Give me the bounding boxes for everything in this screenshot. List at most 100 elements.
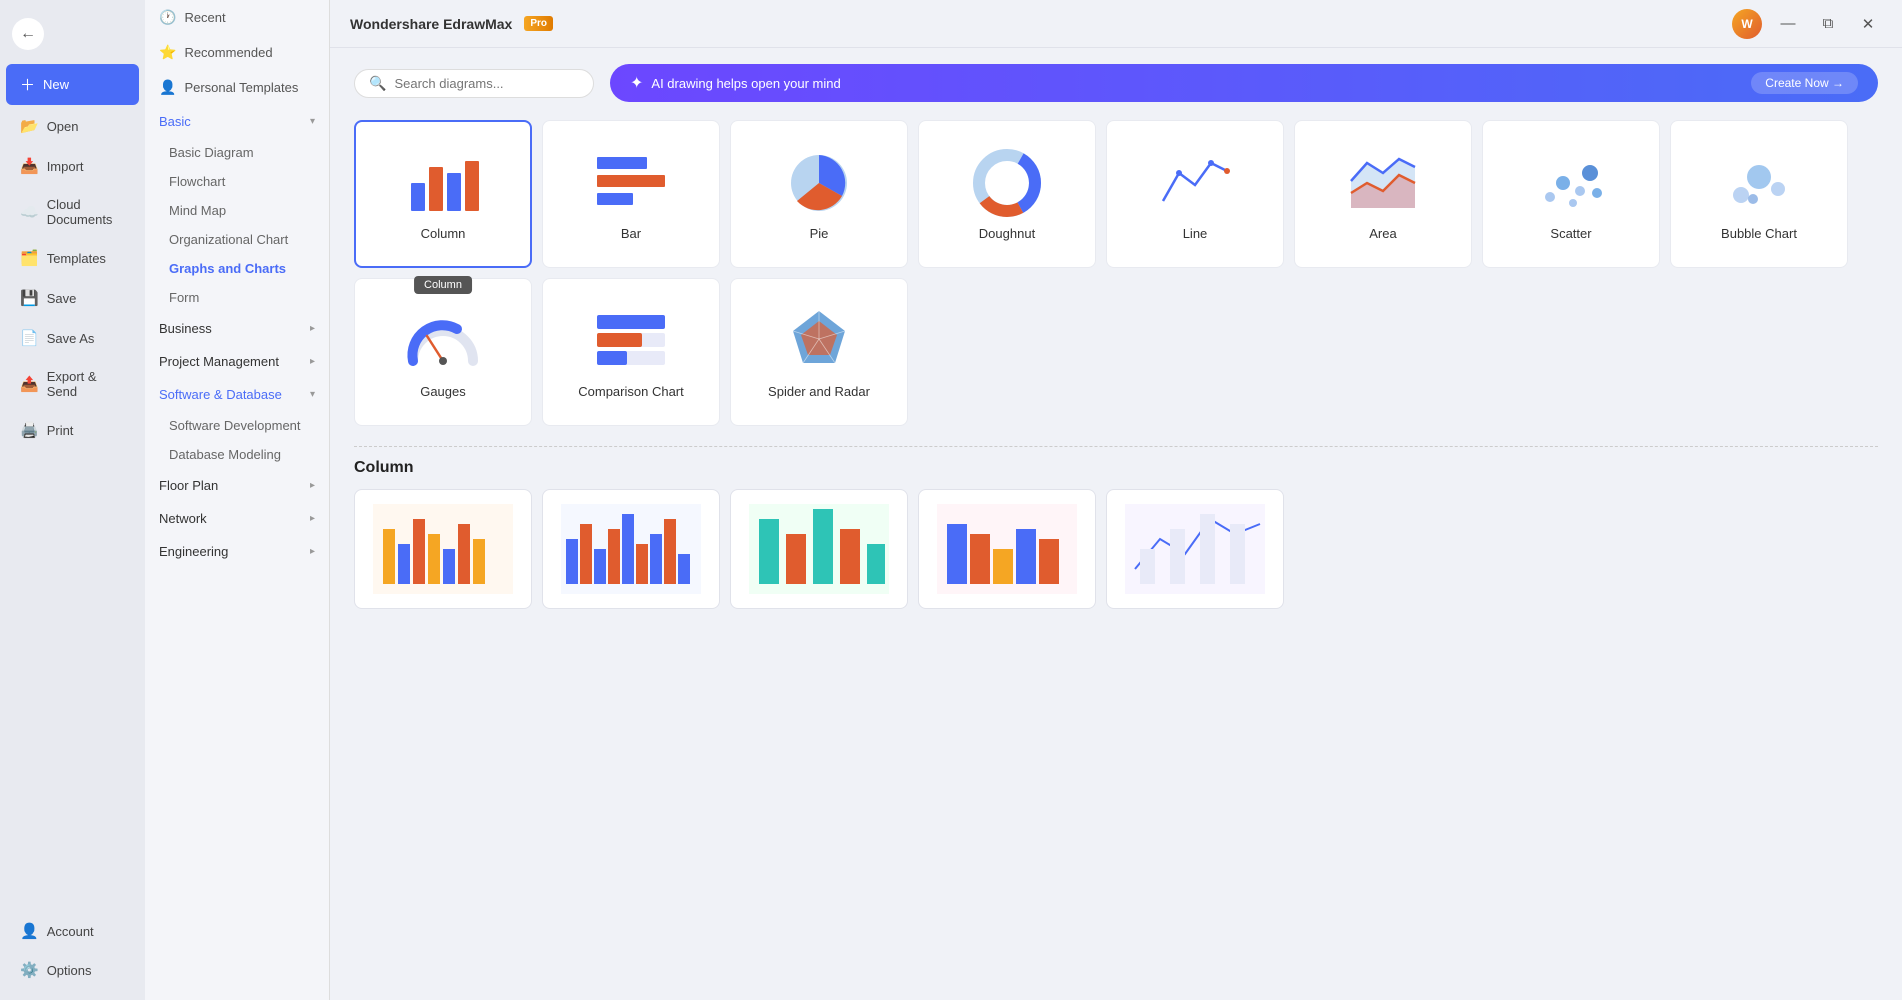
search-icon: 🔍: [369, 75, 386, 92]
print-icon: 🖨️: [20, 421, 39, 439]
ai-banner[interactable]: ✦ AI drawing helps open your mind Create…: [610, 64, 1878, 102]
account-icon: 👤: [20, 922, 39, 940]
panel-subitem-mind-map[interactable]: Mind Map: [145, 196, 329, 225]
panel-recommended[interactable]: ⭐ Recommended: [145, 35, 329, 70]
open-icon: 📂: [20, 117, 39, 135]
cloud-icon: ☁️: [20, 203, 39, 221]
chart-thumb-gauges: [403, 306, 483, 376]
chart-card-doughnut[interactable]: Doughnut: [918, 120, 1096, 268]
chevron-right-icon-fp: ▸: [310, 480, 315, 491]
recent-icon: 🕐: [159, 9, 176, 26]
create-now-button[interactable]: Create Now →: [1751, 72, 1858, 94]
chart-thumb-bar: [591, 148, 671, 218]
template-card-1[interactable]: [354, 489, 532, 609]
sidebar-item-new[interactable]: ＋ New: [6, 64, 139, 105]
panel-category-engineering[interactable]: Engineering ▸: [145, 535, 329, 568]
back-button[interactable]: ←: [12, 18, 44, 50]
user-avatar[interactable]: W: [1732, 9, 1762, 39]
section-title: Column: [354, 459, 1878, 477]
chart-grid: Column Column Bar: [354, 120, 1878, 426]
chart-card-comparison[interactable]: Comparison Chart: [542, 278, 720, 426]
chart-card-line[interactable]: Line: [1106, 120, 1284, 268]
chart-card-bubble[interactable]: Bubble Chart: [1670, 120, 1848, 268]
chart-card-area[interactable]: Area: [1294, 120, 1472, 268]
sidebar-item-import[interactable]: 📥 Import: [6, 147, 139, 185]
sidebar-item-export[interactable]: 📤 Export & Send: [6, 359, 139, 409]
search-input[interactable]: [394, 76, 579, 91]
templates-icon: 🗂️: [20, 249, 39, 267]
chart-thumb-line: [1155, 148, 1235, 218]
panel-category-floorplan[interactable]: Floor Plan ▸: [145, 469, 329, 502]
template-card-5[interactable]: [1106, 489, 1284, 609]
chart-thumb-comparison: [591, 306, 671, 376]
chart-card-pie[interactable]: Pie: [730, 120, 908, 268]
template-thumb-3: [731, 490, 907, 608]
options-icon: ⚙️: [20, 961, 39, 979]
panel-category-project[interactable]: Project Management ▸: [145, 345, 329, 378]
panel-personal-templates[interactable]: 👤 Personal Templates: [145, 70, 329, 105]
chevron-down-icon: ▾: [310, 116, 315, 127]
panel-subitem-db-modeling[interactable]: Database Modeling: [145, 440, 329, 469]
sidebar-item-saveas[interactable]: 📄 Save As: [6, 319, 139, 357]
panel-category-software[interactable]: Software & Database ▾: [145, 378, 329, 411]
import-icon: 📥: [20, 157, 39, 175]
template-card-2[interactable]: [542, 489, 720, 609]
sidebar-item-account[interactable]: 👤 Account: [6, 912, 139, 950]
panel-subitem-graphs[interactable]: Graphs and Charts: [145, 254, 329, 283]
topbar-title-area: Wondershare EdrawMax Pro: [350, 16, 553, 32]
template-thumb-2: [543, 490, 719, 608]
panel-category-business[interactable]: Business ▸: [145, 312, 329, 345]
sidebar-item-save[interactable]: 💾 Save: [6, 279, 139, 317]
saveas-icon: 📄: [20, 329, 39, 347]
panel-subitem-form[interactable]: Form: [145, 283, 329, 312]
chart-thumb-spider: [779, 306, 859, 376]
search-box[interactable]: 🔍: [354, 69, 594, 98]
chart-thumb-bubble: [1719, 148, 1799, 218]
new-icon: ＋: [20, 74, 35, 95]
chevron-down-icon-sw: ▾: [310, 389, 315, 400]
chevron-right-icon-eng: ▸: [310, 546, 315, 557]
sidebar-item-options[interactable]: ⚙️ Options: [6, 951, 139, 989]
chevron-right-icon-net: ▸: [310, 513, 315, 524]
ai-banner-left: ✦ AI drawing helps open your mind: [630, 73, 841, 93]
sidebar-item-templates[interactable]: 🗂️ Templates: [6, 239, 139, 277]
panel-subitem-org-chart[interactable]: Organizational Chart: [145, 225, 329, 254]
chart-card-spider[interactable]: Spider and Radar: [730, 278, 908, 426]
main: Wondershare EdrawMax Pro W — ⧉ ✕ 🔍 ✦ AI …: [330, 0, 1902, 1000]
template-grid: [354, 489, 1878, 609]
template-card-4[interactable]: [918, 489, 1096, 609]
panel-category-basic[interactable]: Basic ▾: [145, 105, 329, 138]
chart-thumb-doughnut: [967, 148, 1047, 218]
maximize-button[interactable]: ⧉: [1814, 10, 1842, 38]
template-card-3[interactable]: [730, 489, 908, 609]
minimize-button[interactable]: —: [1774, 10, 1802, 38]
sidebar-item-open[interactable]: 📂 Open: [6, 107, 139, 145]
ai-icon: ✦: [630, 73, 643, 93]
template-thumb-5: [1107, 490, 1283, 608]
panel-category-network[interactable]: Network ▸: [145, 502, 329, 535]
template-thumb-4: [919, 490, 1095, 608]
chart-card-scatter[interactable]: Scatter: [1482, 120, 1660, 268]
sidebar-header: ←: [0, 10, 145, 58]
sidebar-item-cloud[interactable]: ☁️ Cloud Documents: [6, 187, 139, 237]
topbar-icons: W — ⧉ ✕: [1732, 9, 1882, 39]
chevron-right-icon: ▸: [310, 323, 315, 334]
sidebar-bottom: 👤 Account ⚙️ Options: [0, 911, 145, 990]
export-icon: 📤: [20, 375, 39, 393]
chart-thumb-pie: [779, 148, 859, 218]
recommended-icon: ⭐: [159, 44, 176, 61]
topbar: Wondershare EdrawMax Pro W — ⧉ ✕: [330, 0, 1902, 48]
save-icon: 💾: [20, 289, 39, 307]
sidebar-item-print[interactable]: 🖨️ Print: [6, 411, 139, 449]
personal-icon: 👤: [159, 79, 176, 96]
chart-card-bar[interactable]: Bar: [542, 120, 720, 268]
panel-subitem-software-dev[interactable]: Software Development: [145, 411, 329, 440]
content-area: 🔍 ✦ AI drawing helps open your mind Crea…: [330, 48, 1902, 1000]
chart-thumb-area: [1343, 148, 1423, 218]
chart-card-gauges[interactable]: Gauges: [354, 278, 532, 426]
panel-recent[interactable]: 🕐 Recent: [145, 0, 329, 35]
panel-subitem-basic-diagram[interactable]: Basic Diagram: [145, 138, 329, 167]
close-button[interactable]: ✕: [1854, 10, 1882, 38]
panel-subitem-flowchart[interactable]: Flowchart: [145, 167, 329, 196]
chart-card-column[interactable]: Column Column: [354, 120, 532, 268]
